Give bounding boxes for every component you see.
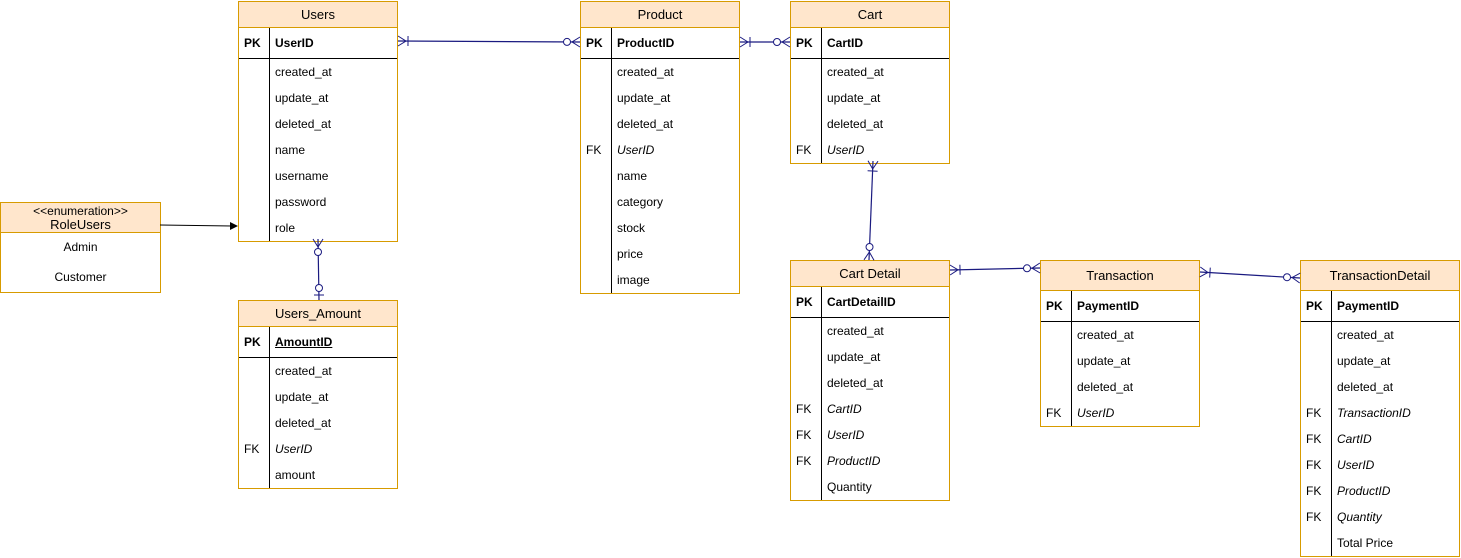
zero-marker bbox=[865, 243, 874, 252]
zero-marker bbox=[314, 248, 322, 256]
arrowhead-icon bbox=[230, 222, 238, 230]
zero-marker bbox=[315, 284, 323, 292]
zero-marker bbox=[1283, 273, 1292, 282]
zero-marker bbox=[563, 37, 572, 46]
relationship-line bbox=[397, 40, 581, 43]
relationship-lines bbox=[159, 35, 1301, 301]
zero-marker bbox=[773, 38, 781, 46]
association-line bbox=[159, 224, 233, 227]
zero-marker bbox=[1023, 264, 1032, 273]
one-marker bbox=[1209, 267, 1211, 278]
